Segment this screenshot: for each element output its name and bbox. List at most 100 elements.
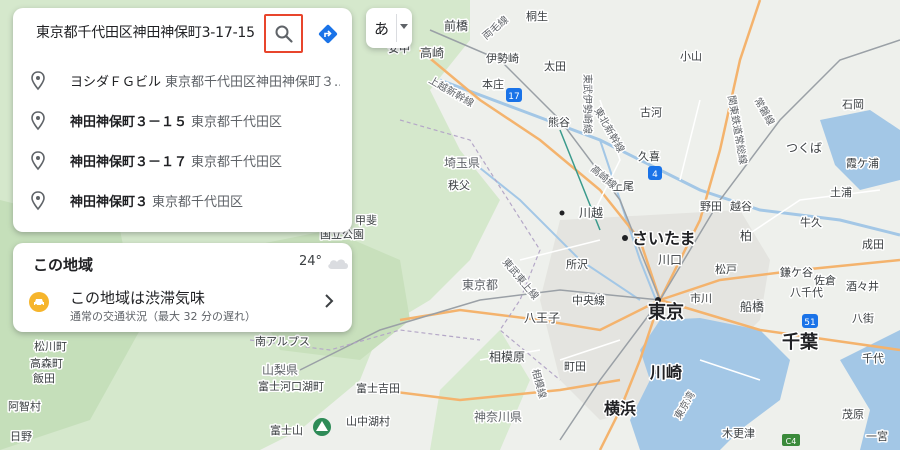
suggestion-address: 東京都千代田区 [191,155,283,170]
suggestion-text: 神田神保町３－１５ 東京都千代田区 [70,111,340,130]
search-icon [275,25,293,43]
map-label: 霞ケ浦 [846,157,879,170]
map-label: 市川 [690,291,712,305]
traffic-title: この地域は渋滞気味 [70,289,206,307]
map-label: 日野 [10,430,32,443]
chevron-right-icon[interactable] [324,294,334,308]
search-box[interactable]: 東京都千代田区神田神保町3-17-15 [13,8,352,56]
map-label: 本庄 [482,77,504,91]
suggestion-name: 神田神保町３－１５ [70,115,188,130]
map-label: つくば [786,141,822,155]
suggestion-item[interactable]: 神田神保町３－１７ 東京都千代田区 [13,140,352,180]
map-label: 千代 [862,352,884,365]
map-label: 船橋 [740,300,764,314]
map-label: 松戸 [715,262,737,276]
map-label: 相模原 [489,350,525,364]
map-label: 成田 [862,238,884,251]
cloud-icon [328,259,348,269]
place-pin-icon [31,191,45,211]
suggestion-address: 東京都千代田区 [191,115,283,130]
traffic-status-row[interactable]: この地域は渋滞気味 通常の交通状況（最大 32 分の遅れ） [13,281,352,327]
map-label: 山中湖村 [346,414,390,428]
map-label: 飯田 [33,371,55,385]
map-label: 所沢 [566,257,588,271]
map-label: 八王子 [524,311,560,325]
route-shield: C4 [782,434,800,446]
map-label: さいたま [632,229,696,248]
directions-icon [318,24,338,44]
suggestion-text: 神田神保町３－１７ 東京都千代田区 [70,151,340,170]
suggestion-item[interactable]: 神田神保町３ 東京都千代田区 [13,180,352,220]
place-pin-icon [31,151,45,171]
map-label: 山梨県 [262,363,298,377]
map-label: 伊勢崎 [486,51,519,65]
suggestion-text: 神田神保町３ 東京都千代田区 [70,191,340,210]
directions-button[interactable] [314,20,342,48]
map-label: 阿智村 [8,399,41,413]
map-label: 茂原 [842,407,864,421]
map-label: 横浜 [604,399,636,418]
svg-text:51: 51 [804,318,815,328]
suggestion-name: 神田神保町３ [70,195,149,210]
map-label: 松川町 [34,339,67,353]
map-label: 川口 [658,253,682,267]
mountain-marker[interactable] [313,418,331,436]
map-label: 高崎 [420,45,444,60]
map-label: 高森町 [30,356,63,370]
map-label: 千葉 [782,332,819,353]
map-label: 中央線 [572,293,605,307]
search-panel: 東京都千代田区神田神保町3-17-15 ヨシダＦＧビル 東京都千代田区神田神保町３… [13,8,352,232]
map-label: 桐生 [526,9,548,23]
map-label: 太田 [544,60,566,73]
map-label: 野田 [700,200,722,213]
map-label: 八街 [852,311,874,325]
map-label: 富士吉田 [356,381,400,395]
map-label: 一宮 [866,429,888,443]
map-label: 熊谷 [548,115,570,129]
map-label: 富士山 [270,423,303,437]
map-label: 古河 [640,106,662,119]
map-label: 牛久 [800,215,822,229]
rail-label: 東武伊勢崎線 [581,74,594,134]
suggestion-address: 東京都千代田区 [152,195,244,210]
suggestion-name: ヨシダＦＧビル [70,75,162,90]
route-shield: 17 [506,88,522,102]
map-label: 神奈川県 [474,410,522,424]
search-input[interactable]: 東京都千代田区神田神保町3-17-15 [36,22,255,42]
place-pin-icon [31,71,45,91]
map-label: 東京都 [462,278,498,292]
suggestion-address: 東京都千代田区神田神保町３... [165,75,340,90]
map-label: 柏 [740,228,752,243]
route-shield: 51 [802,314,818,328]
suggestion-item[interactable]: 神田神保町３－１５ 東京都千代田区 [13,100,352,140]
map-label: 埼玉県 [444,156,480,170]
area-info-card: この地域 24° この地域は渋滞気味 通常の交通状況（最大 32 分の遅れ） [13,243,352,332]
svg-text:C4: C4 [786,437,797,446]
svg-text:4: 4 [652,170,658,180]
svg-text:17: 17 [508,92,519,102]
map-label: 東京 [648,301,684,323]
search-button[interactable] [264,14,303,53]
map-label: 秩父 [448,179,470,192]
place-pin-icon [31,111,45,131]
map-label: 木更津 [722,427,755,440]
map-label: 前橋 [444,18,468,33]
map-label: 川越 [579,206,603,220]
input-method-toggle[interactable]: あ [366,8,412,48]
suggestion-text: ヨシダＦＧビル 東京都千代田区神田神保町３... [70,71,340,90]
map-label: 酒々井 [846,279,879,293]
map-label: 富士河口湖町 [258,379,324,393]
map-label: 鎌ケ谷 [780,265,813,279]
car-icon [29,292,49,312]
map-label: 小山 [680,50,702,63]
input-method-label: あ [374,20,390,38]
map-label: 越谷 [730,199,752,213]
caret-down-icon[interactable] [400,24,408,29]
map-label: 石岡 [842,98,864,111]
suggestion-name: 神田神保町３－１７ [70,155,188,170]
map-label: 八千代 [790,286,823,299]
map-label: 久喜 [638,150,660,163]
suggestion-item[interactable]: ヨシダＦＧビル 東京都千代田区神田神保町３... [13,60,352,100]
map-label: 甲斐 [355,214,377,227]
map-label: 川崎 [649,363,682,382]
